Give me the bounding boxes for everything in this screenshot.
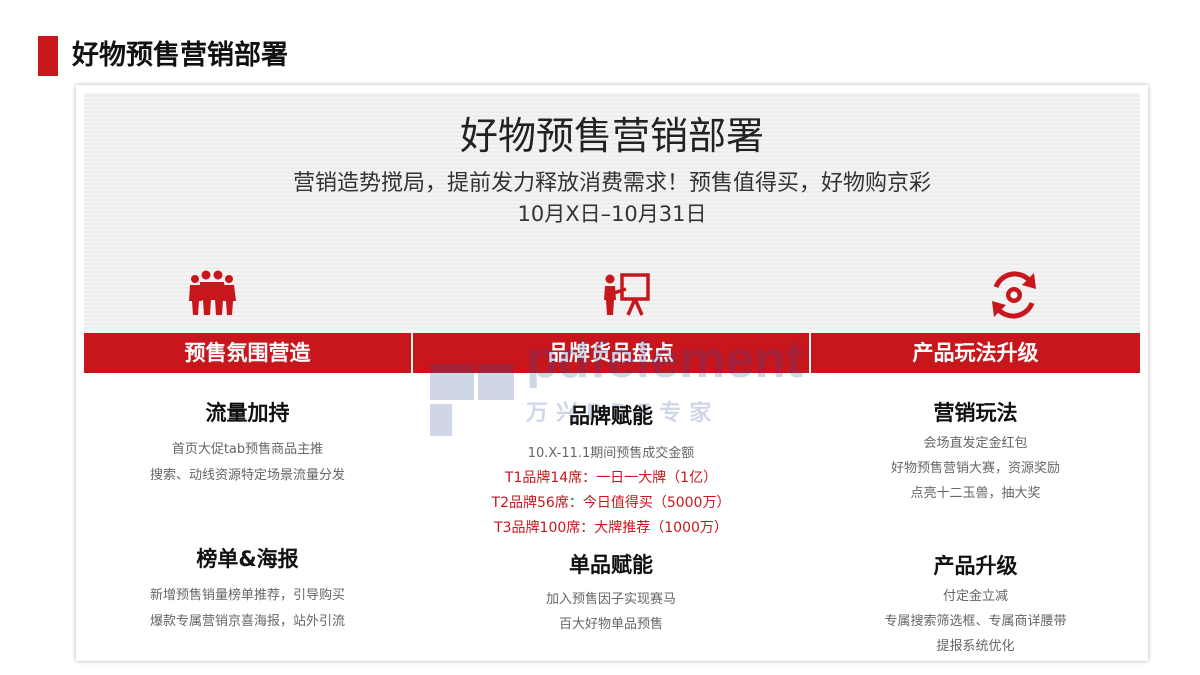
section-title-item-empower: 单品赋能 [569, 553, 653, 577]
section-title-traffic: 流量加持 [205, 401, 290, 425]
section-line: 提报系统优化 [936, 639, 1015, 654]
column-header-product: 产品玩法升级 [811, 333, 1140, 373]
people-group-icon [182, 265, 242, 325]
content-card: 好物预售营销部署 营销造势搅局，提前发力释放消费需求！预售值得买，好物购京彩 1… [76, 85, 1148, 661]
section-title-marketing-play: 营销玩法 [933, 401, 1018, 425]
refresh-target-icon [984, 265, 1044, 325]
page-title: 好物预售营销部署 [72, 40, 288, 71]
brand-tier-line: T3品牌100席：大牌推荐（1000万） [494, 520, 728, 536]
brand-tier-line: T1品牌14席：一日一大牌（1亿） [504, 470, 718, 486]
section-line: 加入预售因子实现赛马 [545, 592, 676, 607]
section-line: 百大好物单品预售 [558, 617, 663, 632]
column-header-atmosphere: 预售氛围营造 [84, 333, 411, 373]
date-range: 10月X日–10月31日 [517, 202, 707, 226]
title-accent-bar [38, 36, 58, 76]
section-line: 搜索、动线资源特定场景流量分发 [149, 468, 345, 483]
section-title-ranking: 榜单&海报 [196, 547, 299, 571]
brand-tier-line: T2品牌56席：今日值得买（5000万） [491, 495, 731, 511]
section-line: 付定金立减 [942, 589, 1008, 604]
section-line: 新增预售销量榜单推荐，引导购买 [149, 588, 345, 603]
section-line: 会场直发定金红包 [923, 436, 1028, 451]
section-title-brand-empower: 品牌赋能 [569, 404, 653, 428]
section-line: 首页大促tab预售商品主推 [171, 442, 324, 457]
card-title: 好物预售营销部署 [459, 114, 764, 158]
section-line: 爆款专属营销京喜海报，站外引流 [149, 614, 345, 629]
section-line: 10.X-11.1期间预售成交金额 [527, 446, 695, 461]
section-line: 专属搜索筛选框、专属商详腰带 [884, 614, 1067, 629]
column-header-brand: 品牌货品盘点 [413, 333, 809, 373]
presentation-board-icon [598, 265, 658, 325]
section-title-product-upgrade: 产品升级 [933, 554, 1018, 578]
section-line: 点亮十二玉兽，抽大奖 [910, 486, 1041, 501]
section-line: 好物预售营销大赛，资源奖励 [890, 461, 1060, 476]
card-subtitle: 营销造势搅局，提前发力释放消费需求！预售值得买，好物购京彩 [292, 171, 931, 196]
